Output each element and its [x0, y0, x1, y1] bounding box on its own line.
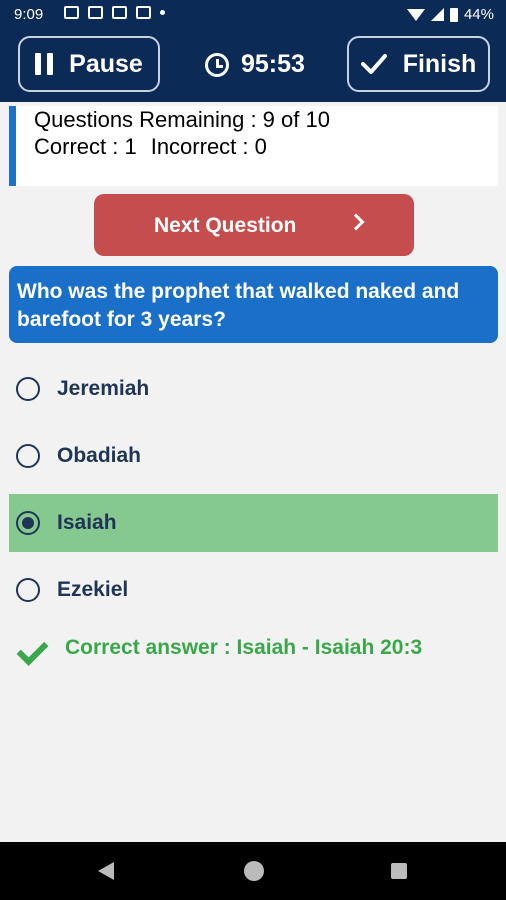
answer-option-isaiah[interactable]: Isaiah [9, 494, 498, 552]
image-icon [64, 6, 79, 19]
gmail-icon [136, 6, 151, 19]
pause-icon [35, 53, 54, 75]
status-time: 9:09 [14, 6, 44, 23]
system-icons: 44% [406, 6, 494, 23]
notification-dot-icon [160, 10, 165, 15]
checkmark-icon [360, 54, 387, 74]
notification-icons [64, 6, 165, 19]
pause-label: Pause [69, 49, 143, 78]
finish-button[interactable]: Finish [347, 36, 490, 92]
correct-answer-text: Correct answer : Isaiah - Isaiah 20:3 [65, 636, 423, 659]
pause-button[interactable]: Pause [18, 36, 160, 92]
finish-label: Finish [402, 49, 477, 78]
recent-apps-icon[interactable] [391, 863, 407, 879]
signal-icon [430, 8, 444, 21]
back-icon[interactable] [98, 862, 114, 880]
wifi-icon [406, 8, 425, 21]
question-card: Who was the prophet that walked naked an… [9, 266, 498, 343]
chevron-right-icon [347, 213, 365, 231]
progress-panel: Questions Remaining : 9 of 10 Correct : … [9, 106, 498, 186]
clock-icon [205, 52, 229, 77]
timer: 95:53 [205, 50, 305, 79]
answer-option-jeremiah[interactable]: Jeremiah [9, 360, 498, 418]
radio-button[interactable] [16, 444, 40, 468]
photos-icon [88, 6, 103, 19]
questions-remaining: Questions Remaining : 9 of 10 [34, 107, 330, 132]
radio-button[interactable] [16, 578, 40, 602]
score-line: Correct : 1 Incorrect : 0 [34, 134, 267, 160]
correct-count: Correct : 1 [34, 134, 137, 159]
option-label: Jeremiah [57, 377, 150, 400]
incorrect-count: Incorrect : 0 [150, 134, 267, 159]
option-label: Obadiah [57, 444, 142, 467]
answer-option-ezekiel[interactable]: Ezekiel [9, 561, 498, 619]
radio-button-selected[interactable] [16, 511, 40, 535]
next-question-button[interactable]: Next Question [94, 194, 414, 256]
option-label: Isaiah [57, 511, 117, 534]
correct-answer-feedback: Correct answer : Isaiah - Isaiah 20:3 [14, 636, 422, 672]
next-question-label: Next Question [154, 214, 297, 237]
quiz-toolbar: Pause 95:53 Finish [0, 30, 506, 102]
option-label: Ezekiel [57, 578, 129, 601]
radio-button[interactable] [16, 377, 40, 401]
question-text: Who was the prophet that walked naked an… [17, 280, 460, 331]
system-nav-bar [0, 842, 506, 900]
mail-icon [112, 6, 127, 19]
answer-option-obadiah[interactable]: Obadiah [9, 427, 498, 485]
battery-icon [449, 7, 458, 22]
timer-value: 95:53 [241, 50, 305, 78]
battery-level: 44% [463, 6, 494, 23]
home-icon[interactable] [244, 861, 264, 881]
status-bar: 9:09 44% [0, 0, 506, 30]
correct-check-icon [14, 636, 50, 672]
